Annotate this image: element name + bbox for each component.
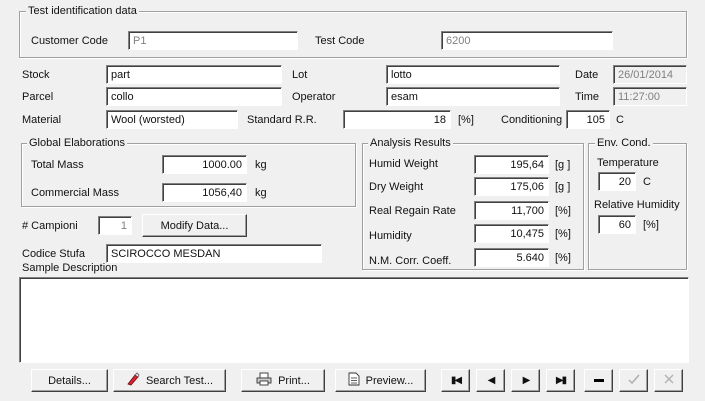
cancel-edit-button[interactable] (654, 369, 683, 392)
parcel-label: Parcel (22, 91, 54, 103)
print-button[interactable]: Print... (241, 369, 325, 392)
lot-field[interactable]: lotto (386, 65, 560, 84)
real-regain-rate-unit: [%] (555, 205, 571, 217)
last-record-icon: ▶▮ (555, 375, 567, 386)
material-field[interactable]: Wool (worsted) (106, 110, 238, 129)
relative-humidity-unit: [%] (643, 219, 659, 231)
print-label: Print... (278, 374, 310, 387)
nm-corr-coeff-field[interactable]: 5.640 (474, 248, 549, 267)
temperature-field[interactable]: 20 (598, 172, 636, 191)
commercial-mass-label: Commercial Mass (31, 187, 120, 199)
commercial-mass-field[interactable]: 1056,40 (162, 183, 247, 202)
stock-field[interactable]: part (106, 65, 282, 84)
modify-data-label: Modify Data... (160, 219, 229, 232)
sample-description-label: Sample Description (22, 262, 118, 274)
customer-code-label: Customer Code (31, 35, 109, 47)
global-elaborations-title: Global Elaborations (27, 137, 128, 149)
nm-corr-coeff-label: N.M. Corr. Coeff. (369, 255, 452, 267)
lot-label: Lot (292, 69, 308, 81)
real-regain-rate-label: Real Regain Rate (369, 205, 456, 217)
total-mass-unit: kg (255, 159, 267, 171)
total-mass-field[interactable]: 1000.00 (162, 155, 247, 174)
campioni-field[interactable]: 1 (98, 216, 132, 235)
printer-icon (256, 372, 272, 389)
modify-data-button[interactable]: Modify Data... (142, 214, 247, 237)
document-preview-icon (348, 372, 360, 389)
campioni-label: # Campioni (22, 220, 78, 232)
total-mass-label: Total Mass (31, 159, 84, 171)
conditioning-field[interactable]: 105 (566, 110, 610, 129)
search-test-label: Search Test... (145, 374, 214, 387)
humid-weight-label: Humid Weight (369, 158, 438, 170)
close-icon (664, 374, 674, 387)
test-code-field[interactable]: 6200 (441, 31, 613, 50)
env-cond-title: Env. Cond. (595, 137, 653, 149)
last-record-button[interactable]: ▶▮ (546, 369, 575, 392)
dry-weight-field[interactable]: 175,06 (474, 177, 549, 196)
temperature-label: Temperature (597, 157, 659, 169)
customer-code-field[interactable]: P1 (128, 31, 298, 50)
stock-label: Stock (22, 69, 50, 81)
search-test-icon (126, 372, 140, 389)
dry-weight-unit: [g ] (555, 181, 571, 193)
parcel-field[interactable]: collo (106, 87, 282, 106)
minus-icon (593, 379, 604, 382)
date-label: Date (575, 69, 599, 81)
details-button[interactable]: Details... (31, 369, 108, 392)
material-label: Material (22, 114, 62, 126)
conditioning-unit: C (616, 114, 624, 126)
humidity-label: Humidity (369, 230, 412, 242)
confirm-button[interactable] (619, 369, 648, 392)
preview-button[interactable]: Preview... (335, 369, 426, 392)
dry-weight-label: Dry Weight (369, 181, 424, 193)
real-regain-rate-field[interactable]: 11,700 (474, 201, 549, 220)
details-label: Details... (48, 374, 91, 387)
commercial-mass-unit: kg (255, 187, 267, 199)
humid-weight-field[interactable]: 195,64 (474, 155, 549, 174)
nm-corr-coeff-unit: [%] (555, 252, 571, 264)
first-record-button[interactable]: ▮◀ (441, 369, 470, 392)
temperature-unit: C (643, 176, 651, 188)
next-record-icon: ▶ (522, 375, 531, 386)
first-record-icon: ▮◀ (450, 375, 462, 386)
humidity-unit: [%] (555, 228, 571, 240)
test-identification-title: Test identification data (26, 5, 139, 17)
search-test-button[interactable]: Search Test... (113, 369, 226, 392)
previous-record-button[interactable]: ◀ (476, 369, 505, 392)
time-label: Time (575, 91, 600, 103)
operator-field[interactable]: esam (386, 87, 560, 106)
next-record-button[interactable]: ▶ (511, 369, 540, 392)
test-code-label: Test Code (315, 35, 365, 47)
standard-rr-unit: [%] (458, 114, 474, 126)
humidity-field[interactable]: 10,475 (474, 224, 549, 243)
relative-humidity-field[interactable]: 60 (598, 215, 636, 234)
date-field[interactable]: 26/01/2014 (613, 65, 687, 84)
standard-rr-label: Standard R.R. (247, 114, 317, 126)
relative-humidity-label: Relative Humidity (594, 199, 680, 211)
standard-rr-field[interactable]: 18 (343, 110, 451, 129)
delete-record-button[interactable] (584, 369, 613, 392)
sample-description-textarea[interactable] (19, 277, 689, 363)
humid-weight-unit: [g ] (555, 159, 571, 171)
codice-stufa-field[interactable]: SCIROCCO MESDAN (106, 244, 322, 263)
previous-record-icon: ◀ (487, 375, 496, 386)
analysis-results-title: Analysis Results (368, 137, 453, 149)
checkmark-icon (627, 374, 640, 387)
operator-label: Operator (292, 91, 336, 103)
time-field[interactable]: 11:27:00 (613, 87, 687, 106)
preview-label: Preview... (365, 374, 414, 387)
codice-stufa-label: Codice Stufa (22, 248, 85, 260)
conditioning-label: Conditioning (501, 114, 563, 126)
